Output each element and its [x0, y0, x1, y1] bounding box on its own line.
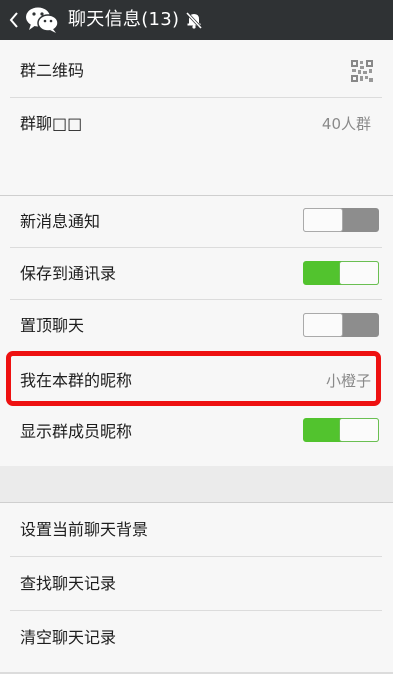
group-chat-size: 40人群	[321, 115, 371, 133]
pin-chat-row: 置顶聊天	[0, 300, 393, 352]
settings-section: 新消息通知 保存到通讯录 置顶聊天 我在本群的昵称 小橙子 显示群成员昵称	[0, 196, 393, 466]
page-title: 聊天信息(13)	[68, 9, 180, 30]
my-nickname-row[interactable]: 我在本群的昵称 小橙子	[0, 355, 393, 407]
new-message-notify-toggle[interactable]	[303, 208, 379, 232]
my-nickname-value: 小橙子	[325, 372, 371, 390]
set-background-label: 设置当前聊天背景	[20, 520, 149, 539]
clear-history-label: 清空聊天记录	[20, 628, 117, 647]
show-member-nicknames-row: 显示群成员昵称	[0, 406, 393, 458]
group-chat-row[interactable]: 群聊□□ 40人群	[0, 98, 393, 150]
row-divider	[10, 610, 382, 611]
save-to-contacts-row: 保存到通讯录	[0, 248, 393, 300]
new-message-notify-row: 新消息通知	[0, 196, 393, 248]
toggle-knob	[340, 262, 378, 284]
my-nickname-label: 我在本群的昵称	[20, 371, 133, 390]
group-info-section: 群二维码 群聊□□ 40人群	[0, 40, 393, 195]
group-chat-label: 群聊□□	[20, 114, 83, 133]
set-background-row[interactable]: 设置当前聊天背景	[0, 504, 393, 556]
find-history-label: 查找聊天记录	[20, 574, 117, 593]
pin-chat-toggle[interactable]	[303, 313, 379, 337]
back-chevron-icon[interactable]	[9, 10, 19, 30]
qr-code-label: 群二维码	[20, 61, 85, 80]
toggle-knob	[340, 419, 378, 441]
show-member-nicknames-label: 显示群成员昵称	[20, 422, 133, 441]
save-to-contacts-toggle[interactable]	[303, 261, 379, 285]
new-message-notify-label: 新消息通知	[20, 212, 101, 231]
qr-code-icon	[350, 59, 374, 83]
actions-section: 设置当前聊天背景 查找聊天记录 清空聊天记录	[0, 503, 393, 673]
find-history-row[interactable]: 查找聊天记录	[0, 558, 393, 610]
mute-bell-icon	[185, 11, 203, 30]
toggle-knob	[304, 209, 342, 231]
qr-code-row[interactable]: 群二维码	[0, 45, 393, 97]
row-divider	[10, 556, 382, 557]
save-to-contacts-label: 保存到通讯录	[20, 264, 117, 283]
pin-chat-label: 置顶聊天	[20, 316, 85, 335]
clear-history-row[interactable]: 清空聊天记录	[0, 612, 393, 664]
toggle-knob	[304, 314, 342, 336]
title-bar: 聊天信息(13)	[0, 0, 393, 40]
show-member-nicknames-toggle[interactable]	[303, 418, 379, 442]
wechat-logo-icon[interactable]	[24, 6, 60, 34]
